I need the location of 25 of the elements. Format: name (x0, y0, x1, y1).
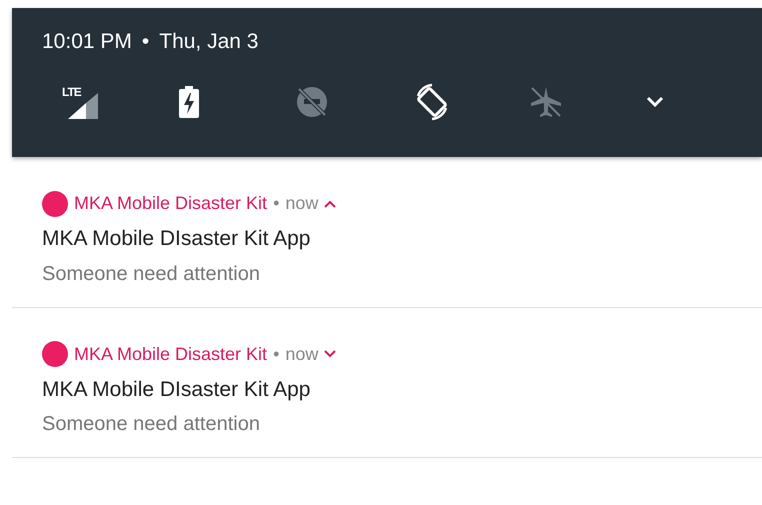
separator-dot: • (142, 29, 150, 55)
notification-title: MKA Mobile DIsaster Kit App (42, 226, 312, 252)
notification-card[interactable]: MKA Mobile Disaster Kit • now MKA Mobile DIsaster Kit App Someone need attention (12, 157, 762, 308)
battery-charging-icon[interactable] (178, 86, 199, 118)
app-name: MKA Mobile Disaster Kit (74, 192, 268, 215)
notification-time: now (285, 192, 318, 215)
expand-caret-icon[interactable] (324, 350, 336, 358)
cellular-tile[interactable]: LTE (62, 84, 98, 118)
notification-card[interactable]: MKA Mobile Disaster Kit • now MKA Mobile DIsaster Kit App Someone need attention (12, 308, 762, 458)
airplane-icon[interactable] (528, 84, 563, 118)
collapse-caret-icon[interactable] (324, 200, 336, 208)
date-text: Thu, Jan 3 (159, 29, 258, 55)
app-icon (42, 341, 68, 367)
notification-time: now (285, 342, 318, 366)
expand-chevron-icon[interactable] (645, 94, 666, 108)
separator-dot: • (273, 192, 280, 215)
notification-text: Someone need attention (42, 262, 261, 286)
notification-title: MKA Mobile DIsaster Kit App (42, 376, 312, 402)
app-name: MKA Mobile Disaster Kit (74, 342, 268, 366)
do-not-disturb-icon[interactable] (295, 84, 330, 118)
separator-dot: • (273, 342, 280, 366)
app-icon (42, 190, 68, 216)
network-type-label: LTE (62, 84, 81, 100)
notification-text: Someone need attention (42, 412, 261, 437)
clock-time: 10:01 PM (42, 29, 132, 55)
